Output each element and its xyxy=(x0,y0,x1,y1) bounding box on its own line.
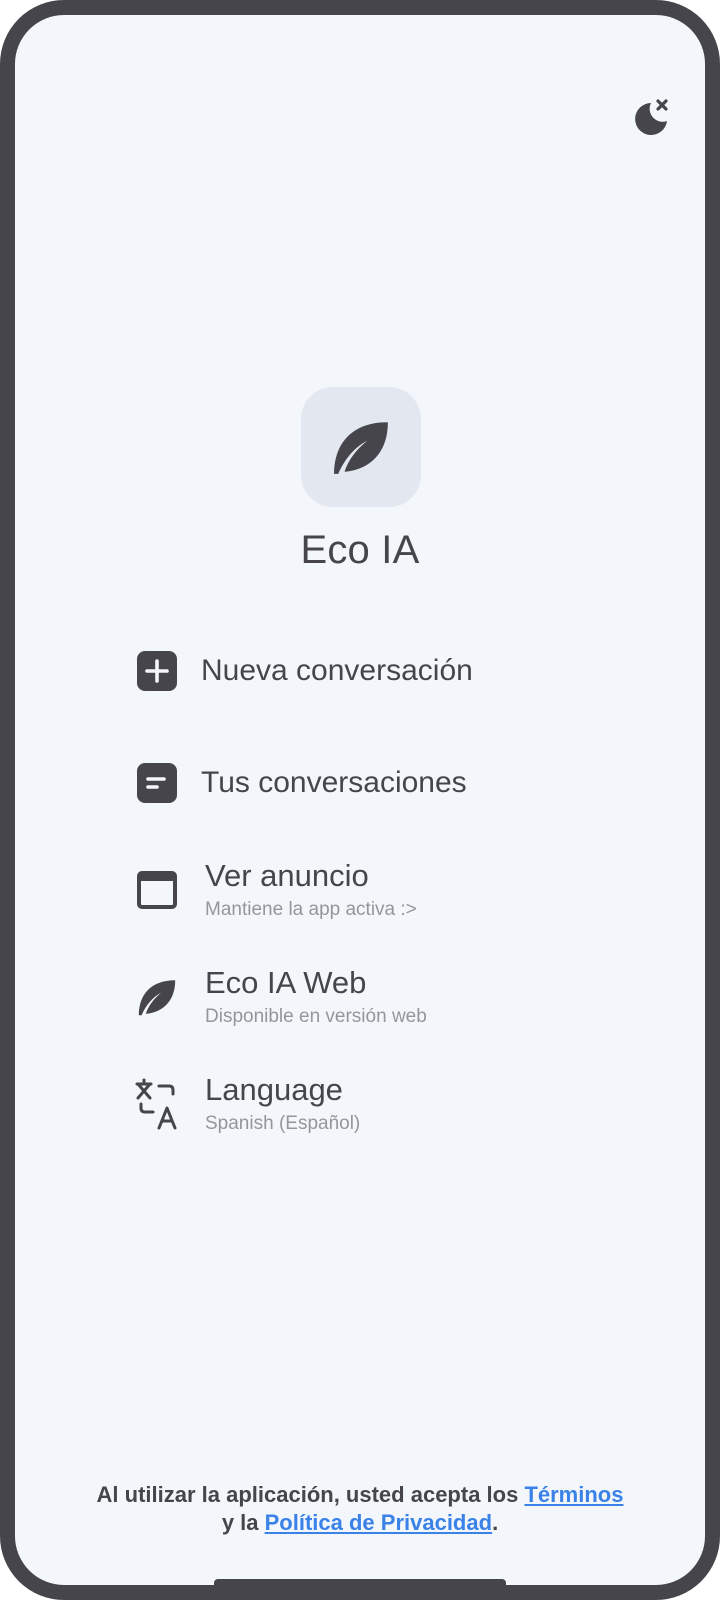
menu-item-text: Ver anuncio Mantiene la app activa :> xyxy=(205,857,417,923)
leaf-icon xyxy=(334,422,388,474)
menu-item-watch-ad[interactable]: Ver anuncio Mantiene la app activa :> xyxy=(133,857,613,923)
add-box-icon xyxy=(133,647,181,695)
menu-item-label: Eco IA Web xyxy=(205,965,367,1000)
menu-item-web[interactable]: Eco IA Web Disponible en versión web xyxy=(133,964,613,1030)
menu-item-language[interactable]: Language Spanish (Español) xyxy=(133,1071,613,1137)
phone-frame: Eco IA Nueva conversación Tus conversaci… xyxy=(0,0,720,1600)
translate-icon xyxy=(133,1078,181,1130)
terms-link[interactable]: Términos xyxy=(524,1482,623,1507)
menu-item-new-conversation[interactable]: Nueva conversación xyxy=(133,647,613,695)
menu-item-label: Ver anuncio xyxy=(205,858,369,893)
app-title: Eco IA xyxy=(300,528,420,572)
footer-text: Al utilizar la aplicación, usted acepta … xyxy=(96,1482,525,1507)
menu-item-label: Tus conversaciones xyxy=(201,766,467,799)
theme-toggle-button[interactable] xyxy=(629,97,673,141)
menu-item-label: Language xyxy=(205,1072,343,1107)
privacy-policy-link[interactable]: Política de Privacidad xyxy=(265,1510,492,1535)
leaf-icon xyxy=(133,973,181,1021)
menu-item-subtitle: Disponible en versión web xyxy=(205,1006,427,1027)
menu-item-label: Nueva conversación xyxy=(201,654,473,687)
menu-item-text: Language Spanish (Español) xyxy=(205,1071,360,1137)
terms-footer: Al utilizar la aplicación, usted acepta … xyxy=(15,1481,705,1537)
home-indicator[interactable] xyxy=(214,1579,506,1585)
menu-item-text: Eco IA Web Disponible en versión web xyxy=(205,964,427,1030)
footer-text: y la xyxy=(221,1510,265,1535)
moon-stars-icon xyxy=(635,99,668,135)
footer-text: . xyxy=(492,1510,499,1535)
menu-item-subtitle: Mantiene la app activa :> xyxy=(205,899,417,920)
menu-item-your-conversations[interactable]: Tus conversaciones xyxy=(133,759,613,807)
menu-item-subtitle: Spanish (Español) xyxy=(205,1113,361,1134)
window-icon xyxy=(133,866,181,914)
app-logo xyxy=(301,387,421,507)
chat-icon xyxy=(133,759,181,807)
